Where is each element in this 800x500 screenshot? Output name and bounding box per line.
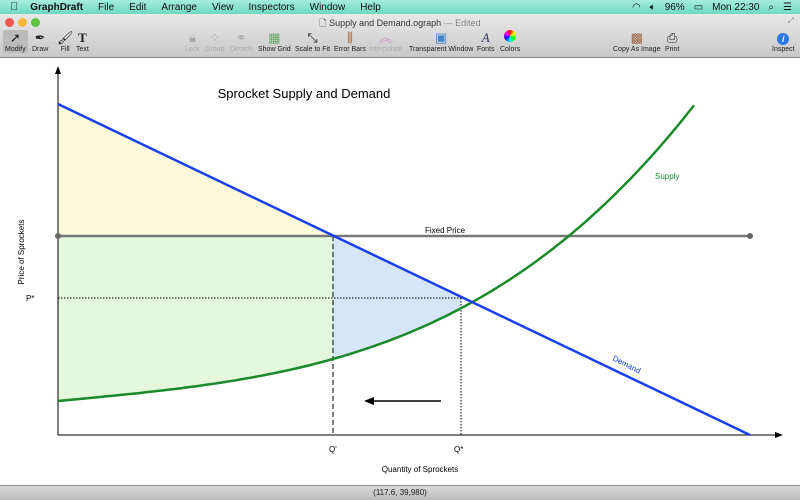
edited-status: — Edited <box>443 18 481 28</box>
q-star-label[interactable]: Q* <box>454 445 463 454</box>
fill-tool[interactable]: 🖌︎ Fill <box>57 30 74 53</box>
lock-icon: 🔒︎ <box>188 30 196 45</box>
error-bars-label: Error Bars <box>334 46 366 53</box>
fill-label: Fill <box>60 46 70 53</box>
document-icon: 🗋 <box>319 18 327 28</box>
error-bars-button[interactable]: ⫼ Error Bars <box>334 30 366 53</box>
error-bars-icon: ⫼ <box>346 30 353 45</box>
print-label: Print <box>665 46 680 53</box>
copy-as-image-label: Copy As Image <box>613 46 661 53</box>
producer-surplus-area <box>58 236 333 401</box>
menu-file[interactable]: File <box>98 2 114 13</box>
scale-to-fit-label: Scale to Fit <box>295 46 331 53</box>
text-label: Text <box>76 46 89 53</box>
transparent-window-label: Transparent Window <box>409 46 474 53</box>
q-prime-label[interactable]: Q' <box>329 445 337 454</box>
detach-icon: ⚭ <box>235 30 247 45</box>
fonts-button[interactable]: A Fonts <box>477 30 495 53</box>
cursor-coordinates: (117.6, 39,980) <box>373 488 427 497</box>
x-axis-arrow <box>775 432 783 438</box>
group-button[interactable]: ⁘ Group <box>205 30 224 53</box>
shift-arrowhead <box>364 397 374 405</box>
text-tool[interactable]: T Text <box>76 30 89 53</box>
detach-label: Detach <box>230 46 253 53</box>
window-icon: ▣ <box>435 30 448 45</box>
fixed-price-start-point[interactable] <box>55 233 61 239</box>
scale-icon: ⤡ <box>307 30 318 45</box>
colors-button[interactable]: Colors <box>500 30 520 53</box>
menu-help[interactable]: Help <box>360 2 381 13</box>
inspect-button[interactable]: i Inspect <box>772 30 795 53</box>
apple-menu-icon[interactable]:  <box>10 1 18 13</box>
color-wheel-icon <box>504 30 517 46</box>
inspect-label: Inspect <box>772 46 795 53</box>
menu-view[interactable]: View <box>212 2 234 13</box>
show-grid-label: Show Grid <box>258 46 291 53</box>
volume-icon[interactable]: 🔈︎ <box>650 2 656 13</box>
battery-percent[interactable]: 96% <box>665 2 685 13</box>
draw-label: Draw <box>32 46 49 53</box>
menu-bar:  GraphDraft File Edit Arrange View Insp… <box>0 0 800 14</box>
graph-canvas[interactable]: Sprocket Supply and Demand Fixed Price S… <box>0 58 800 485</box>
text-icon: T <box>78 30 87 45</box>
fullscreen-icon[interactable]: ⤢ <box>788 16 794 26</box>
demand-label[interactable]: Demand <box>611 354 642 376</box>
image-icon: ▩ <box>630 30 643 45</box>
scale-to-fit-button[interactable]: ⤡ Scale to Fit <box>295 30 330 53</box>
group-label: Group <box>205 46 225 53</box>
clock[interactable]: Mon 22:30 <box>712 2 759 13</box>
window-titlebar: 🗋 Supply and Demand.ograph — Edited ⤢ ➚ M… <box>0 14 800 58</box>
wifi-icon[interactable]: ◠ <box>632 2 641 13</box>
window-title: Supply and Demand.ograph <box>329 18 442 28</box>
supply-demand-graph: Sprocket Supply and Demand Fixed Price S… <box>17 66 783 474</box>
menu-app[interactable]: GraphDraft <box>30 2 83 13</box>
battery-icon: ▭ <box>693 1 704 13</box>
graph-title[interactable]: Sprocket Supply and Demand <box>218 86 391 101</box>
status-bar: (117.6, 39,980) <box>0 485 800 500</box>
lock-label: Lock <box>185 46 200 53</box>
fonts-label: Fonts <box>477 46 495 53</box>
x-axis-label[interactable]: Quantity of Sprockets <box>382 465 458 474</box>
interpolate-icon: ︽ <box>379 30 393 45</box>
info-icon: i <box>777 30 790 46</box>
menu-inspectors[interactable]: Inspectors <box>248 2 294 13</box>
p-star-label[interactable]: P* <box>26 294 34 303</box>
y-axis-label[interactable]: Price of Sprockets <box>17 220 26 285</box>
fonts-icon: A <box>481 30 490 45</box>
notification-list-icon[interactable]: ☰ <box>783 2 792 13</box>
printer-icon: ⎙ <box>667 30 678 45</box>
supply-label[interactable]: Supply <box>655 172 679 181</box>
pen-icon: ✒ <box>34 30 46 45</box>
brush-icon: 🖌︎ <box>57 30 74 45</box>
transparent-window-button[interactable]: ▣ Transparent Window <box>409 30 473 53</box>
copy-as-image-button[interactable]: ▩ Copy As Image <box>613 30 660 53</box>
draw-tool[interactable]: ✒ Draw <box>32 30 48 53</box>
lock-button[interactable]: 🔒︎ Lock <box>185 30 200 53</box>
fixed-price-end-point[interactable] <box>747 233 753 239</box>
fixed-price-label[interactable]: Fixed Price <box>425 226 466 235</box>
menu-arrange[interactable]: Arrange <box>161 2 197 13</box>
detach-button[interactable]: ⚭ Detach <box>230 30 252 53</box>
interpolate-label: Interpolate <box>369 46 403 53</box>
colors-label: Colors <box>500 46 521 53</box>
modify-tool[interactable]: ➚ Modify <box>3 30 28 53</box>
menu-window[interactable]: Window <box>310 2 346 13</box>
interpolate-button[interactable]: ︽ Interpolate <box>369 30 402 53</box>
modify-label: Modify <box>5 46 26 53</box>
menu-edit[interactable]: Edit <box>129 2 146 13</box>
group-icon: ⁘ <box>209 30 221 45</box>
print-button[interactable]: ⎙ Print <box>665 30 679 53</box>
grid-icon: ▦ <box>268 30 281 45</box>
y-axis-arrow <box>55 66 61 74</box>
show-grid-button[interactable]: ▦ Show Grid <box>258 30 291 53</box>
spotlight-icon[interactable]: ⌕ <box>768 2 774 13</box>
arrow-icon: ➚ <box>9 30 21 45</box>
deadweight-loss-area <box>333 235 461 359</box>
